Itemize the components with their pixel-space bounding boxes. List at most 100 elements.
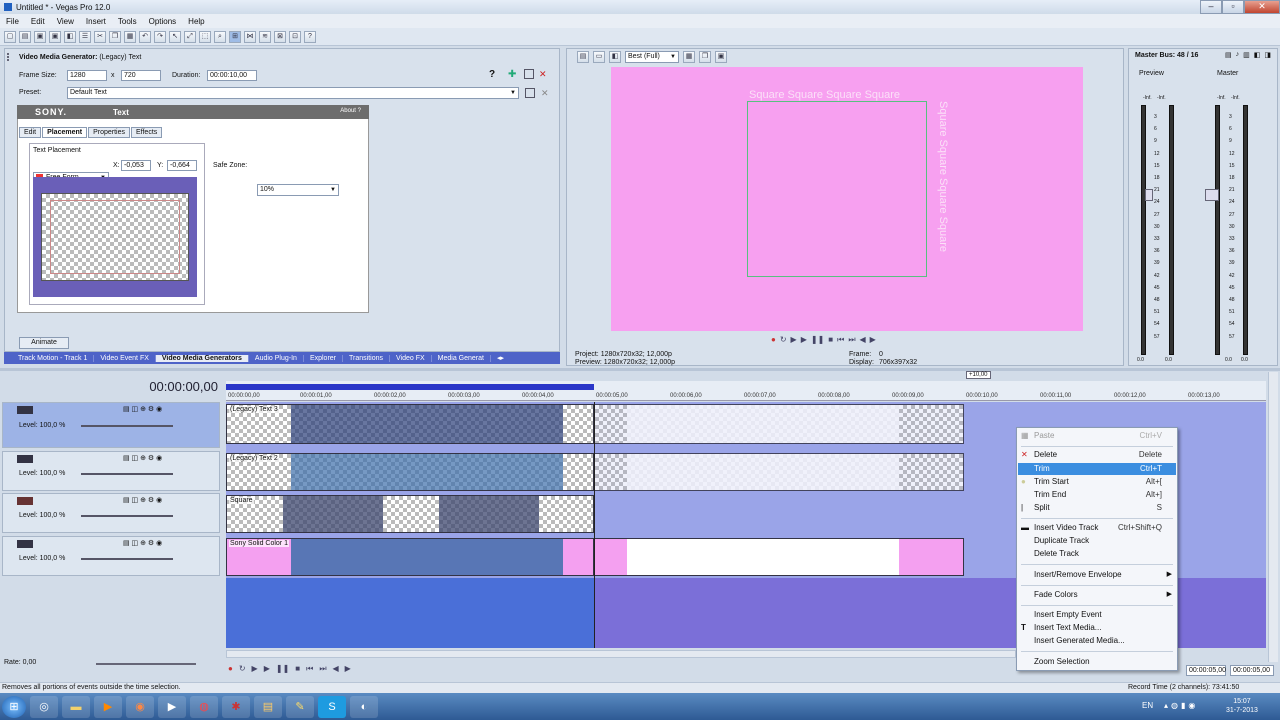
- vertical-scrollbar[interactable]: [1268, 372, 1278, 662]
- menu-item-paste[interactable]: ▦ Paste Ctrl+V: [1018, 430, 1176, 442]
- menu-item-insert-remove-envelope[interactable]: Insert/Remove Envelope ▶: [1018, 569, 1176, 581]
- menu-tools[interactable]: Tools: [112, 17, 143, 26]
- menu-item-trim-end[interactable]: Trim End Alt+]: [1018, 489, 1176, 501]
- tab-placement[interactable]: Placement: [42, 127, 88, 138]
- copy-snapshot-icon[interactable]: ❐: [699, 51, 711, 63]
- track-tools-icon[interactable]: ▤ ◫ ⊕ ⚙ ◉: [123, 454, 162, 462]
- stop-icon[interactable]: ■: [828, 335, 833, 345]
- meter-options-icon[interactable]: ▥: [1243, 51, 1250, 59]
- prev-frame-icon[interactable]: ◀: [860, 335, 866, 345]
- play-from-start-icon[interactable]: ▶: [252, 664, 258, 674]
- tab-explorer[interactable]: Explorer: [304, 354, 344, 362]
- delete-preset-icon[interactable]: ✕: [539, 69, 547, 80]
- normal-edit-icon[interactable]: ↖: [169, 30, 181, 43]
- auto-crossfade-icon[interactable]: ⋈: [244, 30, 256, 43]
- help-button-icon[interactable]: ?: [489, 69, 495, 80]
- loop-icon[interactable]: ↻: [239, 664, 246, 674]
- menu-item-fade-colors[interactable]: Fade Colors ▶: [1018, 589, 1176, 601]
- timeline-event[interactable]: Square: [226, 495, 594, 533]
- duration-field[interactable]: 00:00:10,00: [207, 70, 257, 81]
- level-slider[interactable]: [81, 425, 173, 427]
- firefox-icon[interactable]: ◉: [126, 695, 154, 718]
- tab-video-event-fx[interactable]: Video Event FX: [94, 354, 156, 362]
- maximize-button[interactable]: ▫: [1222, 0, 1244, 14]
- envelope-edit-icon[interactable]: ⤢: [184, 30, 196, 43]
- y-field[interactable]: -0,664: [167, 160, 197, 171]
- clock[interactable]: 15:07 31-7-2013: [1226, 697, 1258, 715]
- undo-icon[interactable]: ↶: [139, 30, 151, 43]
- frame-width-field[interactable]: 1280: [67, 70, 107, 81]
- taskbar-app-icon[interactable]: ◎: [30, 695, 58, 718]
- track-tools-icon[interactable]: ▤ ◫ ⊕ ⚙ ◉: [123, 496, 162, 504]
- track-header-4[interactable]: Level: 100,0 % ▤ ◫ ⊕ ⚙ ◉: [2, 536, 220, 576]
- menu-help[interactable]: Help: [182, 17, 210, 26]
- timeline-divider[interactable]: [0, 368, 1280, 371]
- menu-options[interactable]: Options: [143, 17, 183, 26]
- menu-item-insert-empty-event[interactable]: Insert Empty Event: [1018, 609, 1176, 621]
- tab-track-motion[interactable]: Track Motion - Track 1: [4, 354, 95, 362]
- time-selection-bar[interactable]: [226, 384, 594, 390]
- tab-video-fx[interactable]: Video FX: [390, 354, 432, 362]
- animate-button[interactable]: Animate: [19, 337, 69, 349]
- horizontal-scrollbar[interactable]: [226, 650, 1016, 658]
- stop-icon[interactable]: ■: [295, 664, 300, 674]
- timeline-event-after[interactable]: [594, 404, 964, 444]
- redo-icon[interactable]: ↷: [154, 30, 166, 43]
- cut-icon[interactable]: ✂: [94, 30, 106, 43]
- help-icon[interactable]: ?: [304, 30, 316, 43]
- menu-item-insert-generated-media[interactable]: Insert Generated Media...: [1018, 635, 1176, 647]
- game-icon[interactable]: ✱: [222, 695, 250, 718]
- external-monitor-icon[interactable]: ▭: [593, 51, 605, 63]
- tab-transitions[interactable]: Transitions: [343, 354, 390, 362]
- overlays-icon[interactable]: ▦: [683, 51, 695, 63]
- go-to-end-icon[interactable]: ⏭: [848, 335, 855, 345]
- properties-icon[interactable]: ☰: [79, 30, 91, 43]
- vegas-icon[interactable]: ▶: [158, 695, 186, 718]
- close-button[interactable]: ✕: [1244, 0, 1280, 14]
- track-header-2[interactable]: Level: 100,0 % ▤ ◫ ⊕ ⚙ ◉: [2, 451, 220, 491]
- tab-edit[interactable]: Edit: [19, 127, 42, 138]
- track-header-1[interactable]: Level: 100,0 % ▤ ◫ ⊕ ⚙ ◉: [2, 402, 220, 448]
- delete-preset-icon-2[interactable]: ✕: [541, 88, 549, 99]
- timeline-event[interactable]: (Legacy) Text 2: [226, 453, 594, 491]
- split-screen-icon[interactable]: ◧: [609, 51, 621, 63]
- render-icon[interactable]: ◧: [64, 30, 76, 43]
- lock-envelopes-icon[interactable]: ⊠: [274, 30, 286, 43]
- frame-height-field[interactable]: 720: [121, 70, 161, 81]
- track-tools-icon[interactable]: ▤ ◫ ⊕ ⚙ ◉: [123, 539, 162, 547]
- play-icon[interactable]: ▶: [801, 335, 807, 345]
- open-icon[interactable]: ▤: [19, 30, 31, 43]
- save-snapshot-icon[interactable]: ▣: [715, 51, 727, 63]
- play-from-start-icon[interactable]: ▶: [791, 335, 797, 345]
- pause-icon[interactable]: ❚❚: [276, 664, 289, 674]
- menu-item-insert-video-track[interactable]: ▬ Insert Video Track Ctrl+Shift+Q: [1018, 522, 1176, 534]
- pause-icon[interactable]: ❚❚: [811, 335, 824, 345]
- ignore-grouping-icon[interactable]: ⊡: [289, 30, 301, 43]
- snapping-icon[interactable]: ⊞: [229, 30, 241, 43]
- safe-zone-dropdown[interactable]: 10% ▼: [257, 184, 339, 196]
- play-icon[interactable]: ▶: [264, 664, 270, 674]
- tab-scroll-arrows-icon[interactable]: ◂▸: [491, 354, 510, 362]
- preview-properties-icon[interactable]: ▤: [577, 51, 589, 63]
- tab-properties[interactable]: Properties: [88, 127, 130, 138]
- timeline-event[interactable]: (Legacy) Text 3: [226, 404, 594, 444]
- track-tools-icon[interactable]: ▤ ◫ ⊕ ⚙ ◉: [123, 405, 162, 413]
- screen-recorder-icon[interactable]: ◐: [350, 695, 378, 718]
- next-frame-icon[interactable]: ▶: [345, 664, 351, 674]
- next-frame-icon[interactable]: ▶: [870, 335, 876, 345]
- explorer-icon[interactable]: ▬: [62, 695, 90, 718]
- level-slider[interactable]: [81, 473, 173, 475]
- ripple-icon[interactable]: ≋: [259, 30, 271, 43]
- about-button[interactable]: About ?: [340, 108, 361, 114]
- menu-item-delete[interactable]: ✕ Delete Delete: [1018, 449, 1176, 461]
- fx-icon[interactable]: ♪: [1236, 51, 1240, 59]
- menu-item-split[interactable]: | Split S: [1018, 502, 1176, 514]
- properties-icon[interactable]: ▤: [1225, 51, 1232, 59]
- timeline-ruler[interactable]: +10,00 00:00:00,00 00:00:01,00 00:00:02,…: [226, 371, 1266, 401]
- go-to-start-icon[interactable]: ⏮: [306, 664, 313, 674]
- tab-audio-plugin[interactable]: Audio Plug-In: [249, 354, 304, 362]
- menu-file[interactable]: File: [0, 17, 25, 26]
- save-preset-icon[interactable]: [524, 69, 534, 79]
- folder-icon[interactable]: ▤: [254, 695, 282, 718]
- media-player-icon[interactable]: ▶: [94, 695, 122, 718]
